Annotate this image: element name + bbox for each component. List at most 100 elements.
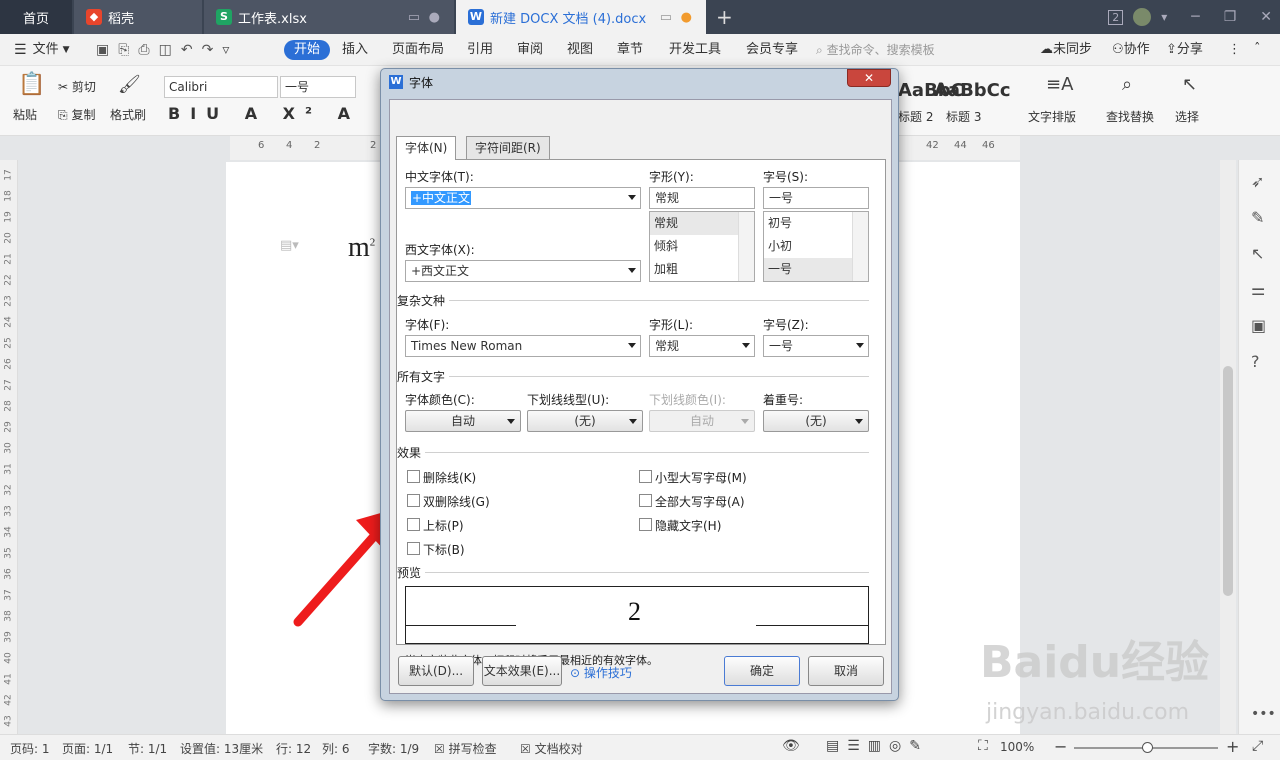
dialog-close-button[interactable]: ✕ [847,69,891,87]
hidden-text-checkbox[interactable] [639,518,652,531]
sync-button[interactable]: ☁未同步 [1040,40,1092,60]
ruler-tick-label: 28 [3,400,14,412]
new-tab-icon[interactable]: + [716,5,733,29]
tab-char-spacing[interactable]: 字符间距(R) [466,136,550,160]
west-font-combo[interactable]: +西文正文 [405,260,641,282]
monitor-icon[interactable]: ▭ [660,10,672,25]
menu-view[interactable]: 视图 [567,40,593,60]
text-effect-button[interactable]: 文本效果(E)... [482,656,562,686]
collab-button[interactable]: ⚇协作 [1112,40,1150,60]
tab-spreadsheet[interactable]: S 工作表.xlsx ▭ ● [204,0,454,34]
cut-button[interactable]: ✂ 剪切 [58,78,96,95]
eye-icon[interactable]: 👁 [782,738,800,754]
menu-developer[interactable]: 开发工具 [669,40,721,60]
window-count-badge[interactable]: 2 [1108,9,1124,25]
strikethrough-checkbox[interactable] [407,470,420,483]
paste-icon[interactable]: 📋 [18,72,45,97]
monitor-icon[interactable]: ▭ [408,10,420,25]
menu-insert[interactable]: 插入 [342,40,368,60]
zoom-level[interactable]: 100% [1000,740,1034,754]
small-caps-checkbox[interactable] [639,470,652,483]
cancel-button[interactable]: 取消 [808,656,884,686]
format-painter-button[interactable]: 格式刷 [110,106,146,123]
format-buttons[interactable]: BIU A X² A [168,104,360,123]
briefcase-icon[interactable]: ▣ [1251,316,1266,335]
vertical-scrollbar[interactable] [1220,160,1236,734]
find-replace-button[interactable]: 查找替换 [1106,108,1154,125]
pen-icon[interactable]: ✎ [1251,208,1264,227]
restore-icon[interactable]: ❐ [1224,9,1237,25]
all-caps-checkbox[interactable] [639,494,652,507]
underline-combo[interactable]: (无) [527,410,643,432]
fit-page-icon[interactable]: ⛶ [978,738,988,754]
font-size-box[interactable]: 一号 [280,76,356,98]
menu-references[interactable]: 引用 [467,40,493,60]
share-button[interactable]: ⇪分享 [1166,40,1203,60]
file-menu[interactable]: ☰ 文件 ▼ [14,40,70,60]
unsaved-dot-icon[interactable]: ● [681,10,692,25]
proofread-button[interactable]: ☒ 文档校对 [520,740,583,757]
tab-font[interactable]: 字体(N) [396,136,457,160]
size-label: 字号(S): [763,170,809,184]
more-dots-icon[interactable]: ••• [1251,706,1276,722]
double-strikethrough-checkbox[interactable] [407,494,420,507]
menu-start[interactable]: 开始 [284,40,331,60]
size-listbox[interactable]: 初号 小初 一号 [763,211,869,282]
tab-document-active[interactable]: W 新建 DOCX 文档 (4).docx ▭ ● [456,0,706,34]
vertical-ruler[interactable]: 17 18 19 20 21 22 23 24 25 26 27 28 29 30 31 32 33 34 35 36… [0,160,18,734]
complex-size-combo[interactable]: 一号 [763,335,869,357]
avatar[interactable] [1133,8,1152,26]
text-layout-button[interactable]: 文字排版 [1028,108,1076,125]
spell-check-button[interactable]: ☒ 拼写检查 [434,740,497,757]
default-button[interactable]: 默认(D)... [398,656,474,686]
subscript-checkbox[interactable] [407,542,420,555]
listbox-scrollbar[interactable] [738,212,754,281]
copy-button[interactable]: ⎘ 复制 [58,106,95,123]
tips-link[interactable]: ⊙ 操作技巧 [570,664,632,681]
command-search[interactable]: ⌕ 查找命令、搜索模板 [816,39,956,61]
help-icon[interactable]: ? [1251,352,1260,371]
quick-access-toolbar[interactable]: ▣⎘⎙◫↶↷▿ [96,40,238,60]
select-button[interactable]: 选择 [1175,108,1199,125]
menu-layout[interactable]: 页面布局 [392,40,444,60]
rocket-icon[interactable]: ➶ [1251,172,1264,191]
view-mode-icons[interactable]: ▤☰▥◎✎ [826,738,929,754]
style-preview-heading3[interactable]: AaBbCc [934,80,1011,101]
cn-font-combo[interactable]: +中文正文 [405,187,641,209]
collapse-ribbon-icon[interactable]: ˆ [1254,40,1261,60]
ruler-tick-label: 24 [3,316,14,328]
paste-button[interactable]: 粘贴 [13,106,37,123]
status-page-no[interactable]: 页码: 1 [10,740,50,757]
status-words[interactable]: 字数: 1/9 [368,740,419,757]
tab-home[interactable]: 首页 [0,0,72,34]
font-color-combo[interactable]: 自动 [405,410,521,432]
superscript-checkbox[interactable] [407,518,420,531]
more-icon[interactable]: ▾ [1161,10,1167,24]
pointer-icon[interactable]: ↖ [1251,244,1264,263]
tab-docer[interactable]: ◆ 稻壳 [74,0,202,34]
zoom-slider-thumb[interactable] [1142,742,1153,753]
minimize-icon[interactable]: ─ [1191,9,1199,25]
complex-style-combo[interactable]: 常规 [649,335,755,357]
zoom-in-icon[interactable]: + [1226,737,1239,756]
zoom-out-icon[interactable]: − [1054,737,1067,756]
ok-button[interactable]: 确定 [724,656,800,686]
paragraph-handle-icon[interactable]: ▤▾ [280,238,299,253]
listbox-scrollbar[interactable] [852,212,868,281]
fullscreen-icon[interactable]: ⤢ [1252,738,1263,754]
menu-member[interactable]: 会员专享 [746,40,798,60]
emphasis-combo[interactable]: (无) [763,410,869,432]
menu-chapter[interactable]: 章节 [617,40,643,60]
style-input[interactable]: 常规 [649,187,755,209]
style-listbox[interactable]: 常规 倾斜 加粗 [649,211,755,282]
scrollbar-thumb[interactable] [1223,366,1233,596]
close-window-icon[interactable]: ✕ [1260,9,1272,25]
zoom-slider[interactable] [1074,742,1218,753]
complex-font-combo[interactable]: Times New Roman [405,335,641,357]
size-input[interactable]: 一号 [763,187,869,209]
settings-sliders-icon[interactable]: ⚌ [1251,280,1265,299]
close-dot-icon[interactable]: ● [429,10,440,25]
menu-review[interactable]: 审阅 [517,40,543,60]
more-menu-icon[interactable]: ⋮ [1228,40,1241,60]
font-name-box[interactable]: Calibri [164,76,278,98]
